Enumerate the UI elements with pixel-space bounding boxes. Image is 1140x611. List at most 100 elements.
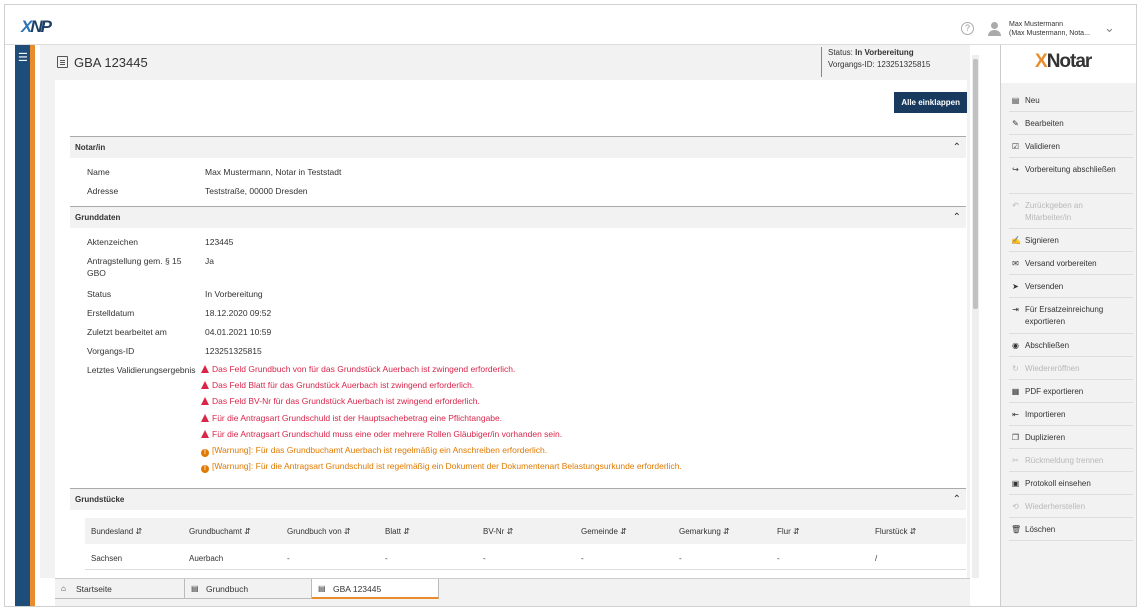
action-label: Rückmeldung trennen (1025, 456, 1104, 465)
action-label: Versand vorbereiten (1025, 259, 1097, 268)
column-header[interactable]: Gemeinde ⇵ (581, 527, 627, 536)
action-wiederherstellen: ⟲ Wiederherstellen (1009, 495, 1133, 518)
action-wiedereröffnen: ↻ Wiedereröffnen (1009, 357, 1133, 380)
validation-error: Für die Antragsart Grundschuld muss eine… (201, 429, 562, 439)
doc-icon: ▤ (318, 584, 326, 593)
doc-icon: ▤ (1011, 96, 1020, 105)
action-versand-vorbereiten[interactable]: ✉ Versand vorbereiten (1009, 252, 1133, 275)
action-protokoll-einsehen[interactable]: ▣ Protokoll einsehen (1009, 472, 1133, 495)
action-rückmeldung-trennen: ✂ Rückmeldung trennen (1009, 449, 1133, 472)
log-icon: ▣ (1011, 479, 1020, 488)
validation-error: Das Feld BV-Nr für das Grundstück Auerba… (201, 396, 480, 406)
action-label: Abschließen (1025, 341, 1070, 350)
action-abschließen[interactable]: ◉ Abschließen (1009, 334, 1133, 357)
detail-card: Alle einklappen Notar/in ⌃ Name Max Muster… (55, 80, 967, 578)
action-label: Zurückgeben an Mitarbeiter/in (1025, 201, 1083, 222)
action-vorbereitung-abschließen[interactable]: ↪ Vorbereitung abschließen (1009, 158, 1133, 194)
action-label: Wiedereröffnen (1025, 364, 1080, 373)
action-zurückgeben-an-mitarbeiter-in: ↶ Zurückgeben an Mitarbeiter/in (1009, 194, 1133, 229)
exclamation-circle-icon: ! (201, 449, 209, 457)
action-neu[interactable]: ▤ Neu (1009, 89, 1133, 112)
copy-icon: ❐ (1011, 433, 1020, 442)
home-icon: ⌂ (61, 584, 66, 593)
action-versenden[interactable]: ➤ Versenden (1009, 275, 1133, 298)
envelope-icon: ✉ (1012, 259, 1019, 268)
chevron-up-icon[interactable]: ⌃ (953, 212, 961, 223)
import-icon: ⇤ (1012, 410, 1019, 419)
section-grundstuecke[interactable]: Grundstücke ⌃ (70, 488, 966, 510)
action-label: Für Ersatzeinreichung exportieren (1025, 305, 1104, 326)
column-header[interactable]: Grundbuch von ⇵ (287, 527, 351, 536)
pdf-icon: ▦ (1011, 387, 1020, 396)
action-label: PDF exportieren (1025, 387, 1084, 396)
warning-triangle-icon (201, 397, 209, 405)
vertical-scrollbar[interactable] (972, 55, 979, 578)
app-logo[interactable]: XNP (21, 17, 52, 37)
action-label: Protokoll einsehen (1025, 479, 1091, 488)
validation-error: Das Feld Blatt für das Grundstück Auerba… (201, 380, 474, 390)
tab-gba-123445[interactable]: ▤ GBA 123445 (312, 579, 439, 599)
tab-grundbuch[interactable]: ▤ Grundbuch (185, 579, 312, 599)
action-label: Versenden (1025, 282, 1064, 291)
column-header[interactable]: BV-Nr ⇵ (483, 527, 513, 536)
restore-icon: ⟲ (1012, 502, 1019, 511)
validation-error: Für die Antragsart Grundschuld ist der H… (201, 413, 502, 423)
tab-startseite[interactable]: ⌂ Startseite (55, 579, 185, 599)
warning-triangle-icon (201, 430, 209, 438)
action-duplizieren[interactable]: ❐ Duplizieren (1009, 426, 1133, 449)
scroll-thumb[interactable] (973, 59, 978, 309)
actions-panel: XNotar ▤ Neu ✎ Bearbeiten ☑ Validieren ↪ Vorber… (1000, 45, 1136, 606)
column-header[interactable]: Gemarkung ⇵ (679, 527, 730, 536)
trash-icon: 🗑 (1011, 525, 1022, 534)
unlink-icon: ✂ (1012, 456, 1019, 465)
pencil-icon: ✎ (1012, 119, 1019, 128)
warning-triangle-icon (201, 365, 209, 373)
top-bar: XNP ? Max Mustermann (Max Mustermann, Not… (5, 5, 1136, 45)
exclamation-circle-icon: ! (201, 465, 209, 473)
action-label: Vorbereitung abschließen (1025, 165, 1116, 174)
column-header[interactable]: Blatt ⇵ (385, 527, 410, 536)
action-label: Duplizieren (1025, 433, 1066, 442)
app-window: XNP ? Max Mustermann (Max Mustermann, Not… (4, 4, 1137, 607)
action-label: Wiederherstellen (1025, 502, 1086, 511)
sign-icon: ✍ (1011, 236, 1021, 245)
validation-error: Das Feld Grundbuch von für das Grundstüc… (201, 364, 515, 374)
user-info[interactable]: Max Mustermann (Max Mustermann, Nota... (1009, 20, 1090, 38)
action-für-ersatzeinreichung-exportieren[interactable]: ⇥ Für Ersatzeinreichung exportieren (1009, 298, 1133, 334)
action-validieren[interactable]: ☑ Validieren (1009, 135, 1133, 158)
page-title: GBA 123445 (74, 55, 148, 70)
chevron-up-icon[interactable]: ⌃ (953, 142, 961, 153)
column-header[interactable]: Grundbuchamt ⇵ (189, 527, 251, 536)
menu-icon[interactable]: ☰ (18, 51, 28, 64)
main-content: GBA 123445 Status: In Vorbereitung Vorga… (40, 45, 970, 578)
action-löschen[interactable]: 🗑 Löschen (1009, 518, 1133, 541)
tab-bar: ⌂ Startseite ▤ Grundbuch ▤ GBA 123445 (55, 578, 970, 606)
chevron-up-icon[interactable]: ⌃ (953, 494, 961, 505)
check-icon: ☑ (1011, 142, 1020, 151)
help-icon[interactable]: ? (961, 22, 974, 35)
chevron-down-icon[interactable]: ⌄ (1104, 20, 1115, 36)
page-header: GBA 123445 Status: In Vorbereitung Vorga… (40, 45, 970, 80)
column-header[interactable]: Flurstück ⇵ (875, 527, 916, 536)
table-row[interactable]: Sachsen Auerbach - - - - - - / (85, 544, 966, 570)
action-pdf-exportieren[interactable]: ▦ PDF exportieren (1009, 380, 1133, 403)
send-icon: ➤ (1012, 282, 1019, 291)
action-importieren[interactable]: ⇤ Importieren (1009, 403, 1133, 426)
section-grunddaten[interactable]: Grunddaten ⌃ (70, 206, 966, 228)
export-icon: ⇥ (1012, 305, 1019, 314)
section-notar[interactable]: Notar/in ⌃ (70, 136, 966, 158)
action-bearbeiten[interactable]: ✎ Bearbeiten (1009, 112, 1133, 135)
undo-icon: ↶ (1012, 201, 1019, 210)
action-signieren[interactable]: ✍ Signieren (1009, 229, 1133, 252)
column-header[interactable]: Flur ⇵ (777, 527, 800, 536)
validation-warning: ! [Warnung]: Für die Antragsart Grundschu… (201, 461, 682, 473)
table-header: Bundesland ⇵ Grundbuchamt ⇵ Grundbuch vo… (85, 518, 966, 544)
column-header[interactable]: Bundesland ⇵ (91, 527, 142, 536)
validation-warning: ! [Warnung]: Für das Grundbuchamt Auerbac… (201, 445, 547, 457)
user-avatar-icon[interactable] (988, 22, 1001, 36)
xnotar-logo: XNotar (1001, 45, 1136, 83)
warning-triangle-icon (201, 414, 209, 422)
collapse-all-button[interactable]: Alle einklappen (894, 92, 967, 113)
action-label: Importieren (1025, 410, 1066, 419)
action-label: Bearbeiten (1025, 119, 1064, 128)
